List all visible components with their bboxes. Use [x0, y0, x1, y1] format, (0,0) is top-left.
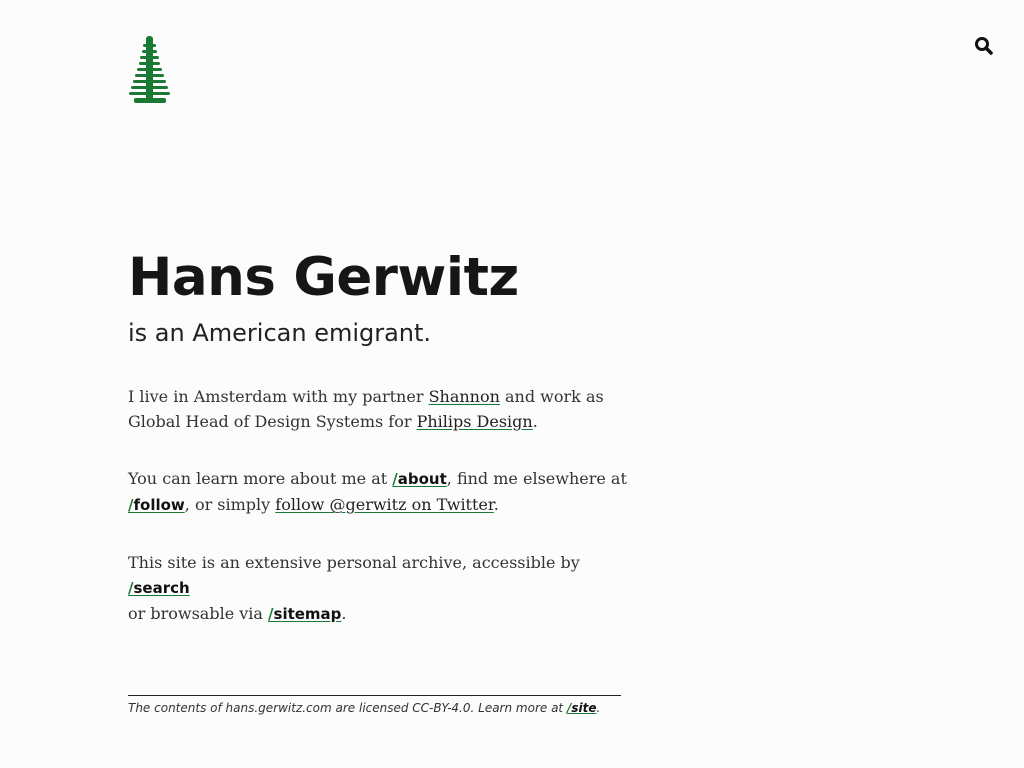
search-link[interactable]: /search	[128, 579, 190, 597]
link-label: about	[397, 470, 447, 488]
intro-text: , find me elsewhere at	[446, 469, 627, 488]
twitter-link[interactable]: follow @gerwitz on Twitter	[275, 495, 493, 514]
intro-text: , or simply	[184, 495, 276, 514]
link-label: sitemap	[273, 605, 342, 623]
intro-text: or browsable via	[128, 604, 269, 623]
intro-paragraph-1: I live in Amsterdam with my partner Shan…	[128, 384, 628, 434]
intro-paragraph-3: This site is an extensive personal archi…	[128, 550, 628, 627]
intro-paragraph-2: You can learn more about me at /about, f…	[128, 466, 628, 518]
about-link[interactable]: /about	[392, 470, 447, 488]
link-label: search	[133, 579, 190, 597]
intro-text: You can learn more about me at	[128, 469, 393, 488]
site-link[interactable]: /site	[567, 701, 597, 715]
shannon-link[interactable]: Shannon	[429, 387, 500, 406]
footer-end: .	[596, 701, 601, 715]
footer: The contents of hans.gerwitz.com are lic…	[128, 695, 621, 716]
intro-text: .	[493, 495, 499, 514]
intro-text: I live in Amsterdam with my partner	[128, 387, 429, 406]
follow-link[interactable]: /follow	[128, 496, 185, 514]
philips-design-link[interactable]: Philips Design	[417, 412, 533, 431]
intro-text: .	[341, 604, 347, 623]
page-title: Hans Gerwitz	[128, 247, 519, 308]
link-label: follow	[133, 496, 185, 514]
intro-text: This site is an extensive personal archi…	[128, 553, 580, 572]
link-label: site	[571, 701, 597, 715]
tagline: is an American emigrant.	[128, 319, 432, 347]
intro-text: .	[532, 412, 538, 431]
license-text: The contents of hans.gerwitz.com are lic…	[128, 701, 567, 715]
pine-tree-icon[interactable]	[128, 36, 172, 104]
sitemap-link[interactable]: /sitemap	[268, 605, 341, 623]
search-icon[interactable]	[974, 36, 994, 56]
main-content: Hans Gerwitz is an American emigrant. I …	[128, 248, 628, 627]
